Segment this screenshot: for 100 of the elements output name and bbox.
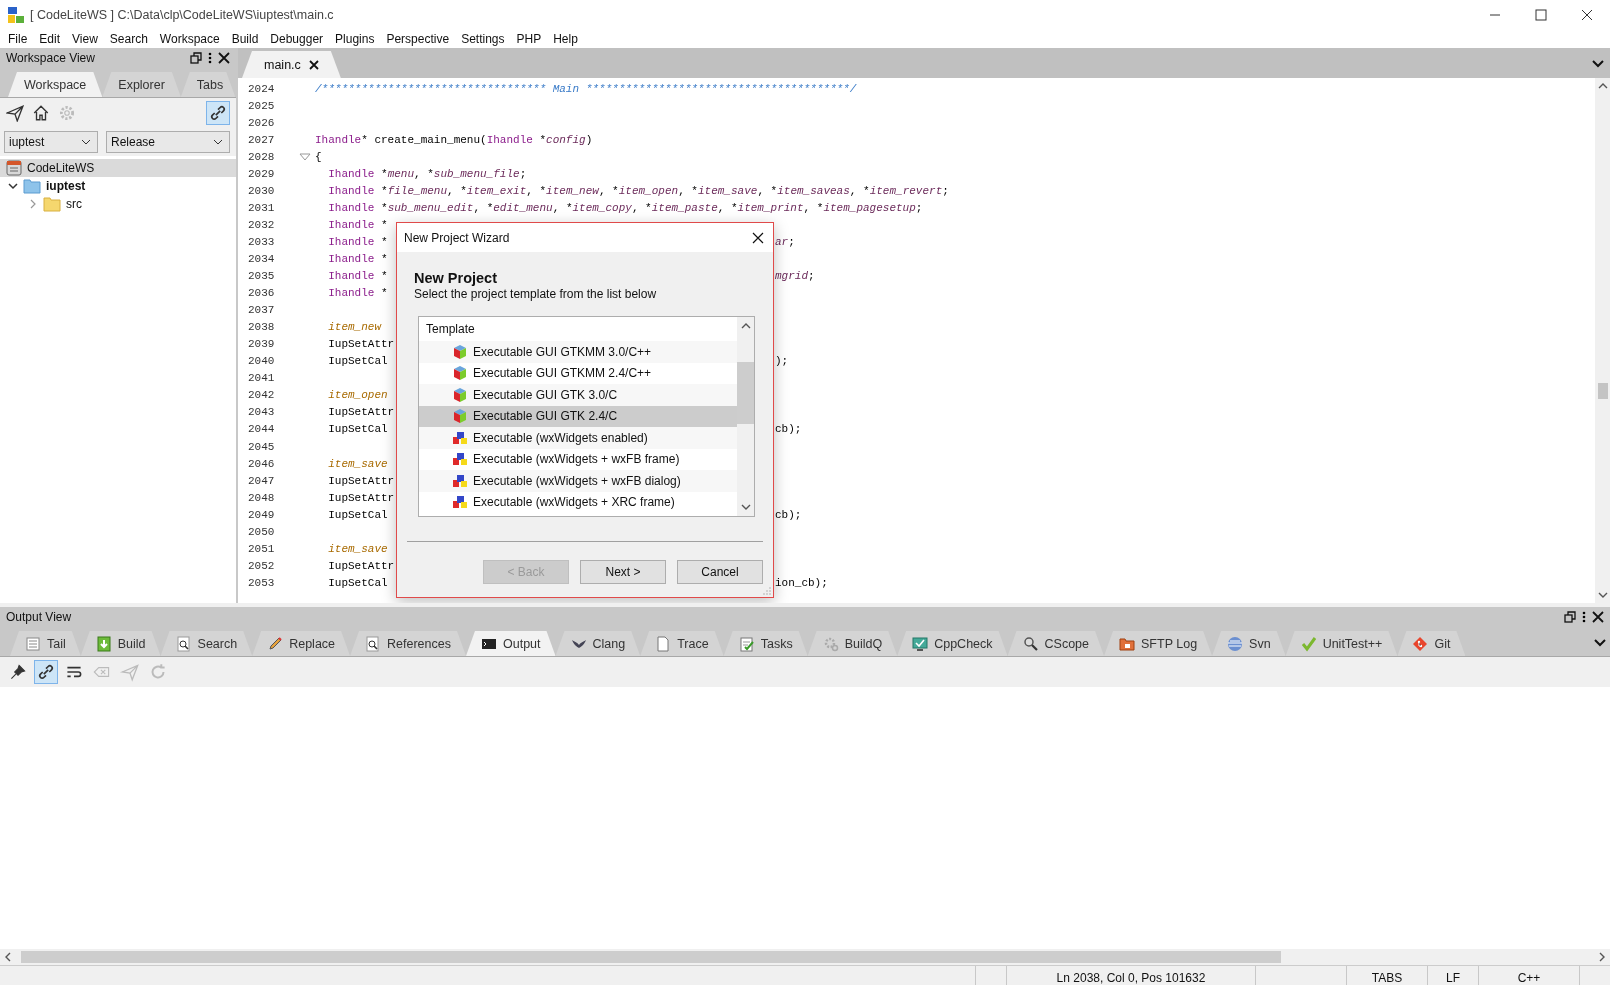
output-tab[interactable]: CScope — [1007, 631, 1105, 656]
template-item[interactable]: Executable GUI GTKMM 3.0/C++ — [419, 341, 737, 363]
code-text: Ihandle *sub_menu_edit, *edit_menu, *item_copy, *item_paste, *item_print, *item_pagesetup; — [327, 201, 923, 214]
dialog-title: New Project Wizard — [404, 230, 510, 245]
line-number: 2035 — [247, 270, 276, 283]
panel-tab[interactable]: Workspace — [8, 72, 103, 97]
line-number: 2047 — [247, 474, 276, 487]
code-text: Ihandle *file_menu, *item_exit, *item_new, *item_open, *item_save, *item_saveas, *item_revert; — [327, 184, 949, 197]
menu-item[interactable]: Perspective — [380, 32, 456, 46]
line-number: 2036 — [247, 287, 276, 300]
line-number: 2044 — [247, 423, 276, 436]
template-item[interactable]: Executable (wxWidgets + XRC frame) — [419, 491, 737, 513]
line-ending: LF — [1427, 966, 1478, 985]
code-text: Ihandle * — [327, 218, 388, 231]
line-number: 2028 — [247, 150, 276, 163]
menu-item[interactable]: Debugger — [264, 32, 330, 46]
line-number: 2039 — [247, 338, 276, 351]
line-number: 2030 — [247, 184, 276, 197]
menu-item[interactable]: Plugins — [329, 32, 381, 46]
panel-tab[interactable]: Tabs — [180, 72, 236, 97]
output-tab[interactable]: UnitTest++ — [1285, 631, 1398, 656]
line-number: 2046 — [247, 457, 276, 470]
template-item[interactable]: Executable GUI GTKMM 2.4/C++ — [419, 362, 737, 384]
output-tab[interactable]: Build — [80, 631, 161, 656]
template-item[interactable]: Executable (wxWidgets + wxFB dialog) — [419, 470, 737, 492]
code-text: IupSetAttr — [327, 406, 395, 419]
menu-item[interactable]: Settings — [455, 32, 511, 46]
output-tab[interactable]: Output — [466, 631, 556, 656]
dialog-heading: New Project — [414, 270, 498, 286]
output-tab[interactable]: Git — [1397, 631, 1466, 656]
output-tab[interactable]: Search — [160, 631, 253, 656]
menu-item[interactable]: Edit — [33, 32, 67, 46]
code-text: IupSetAttr — [327, 474, 395, 487]
code-text: Ihandle* create_main_menu(Ihandle *config) — [315, 133, 593, 146]
menu-item[interactable]: View — [66, 32, 104, 46]
output-tab[interactable]: BuildQ — [807, 631, 898, 656]
output-tab[interactable]: CppCheck — [897, 631, 1008, 656]
line-number: 2052 — [247, 559, 276, 572]
line-number: 2027 — [247, 133, 276, 146]
code-text: Ihandle * — [327, 253, 388, 265]
line-number: 2051 — [247, 542, 276, 555]
tree-item[interactable]: src — [0, 195, 236, 213]
line-number: 2033 — [247, 235, 276, 248]
template-item[interactable]: Executable GUI GTK 2.4/C — [419, 405, 737, 427]
menu-item[interactable]: PHP — [510, 32, 548, 46]
line-number: 2038 — [247, 321, 276, 334]
code-text: IupSetAttr — [327, 559, 395, 572]
line-number: 2034 — [247, 253, 276, 265]
configuration-dropdown[interactable]: Release — [106, 131, 230, 153]
file-tab[interactable]: main.c — [242, 51, 341, 78]
template-item[interactable]: Executable (wxWidgets enabled) — [419, 427, 737, 449]
line-number: 2048 — [247, 491, 276, 504]
code-text: Ihandle * — [327, 287, 388, 300]
menu-item[interactable]: Help — [547, 32, 584, 46]
menu-item[interactable]: Search — [103, 32, 154, 46]
dialog-button[interactable]: Cancel — [677, 560, 763, 584]
line-number: 2049 — [247, 508, 276, 521]
line-number: 2031 — [247, 201, 276, 214]
output-tab[interactable]: Trace — [640, 631, 724, 656]
window-title: [ CodeLiteWS ] C:\Data\clp\CodeLiteWS\iuptest\main.c — [30, 8, 334, 22]
line-number: 2025 — [247, 99, 276, 112]
line-number: 2040 — [247, 355, 276, 368]
code-text: IupSetCal — [327, 355, 388, 368]
line-number: 2042 — [247, 389, 276, 402]
code-text: ); — [775, 355, 789, 368]
code-text: IupSetCal — [327, 576, 388, 589]
code-text: IupSetCal — [327, 508, 388, 521]
menu-item[interactable]: Build — [225, 32, 265, 46]
template-item[interactable]: Executable GUI GTK 3.0/C — [419, 384, 737, 406]
line-number: 2032 — [247, 218, 276, 231]
line-number: 2050 — [247, 525, 276, 538]
code-text: IupSetAttr — [327, 338, 395, 351]
menu-item[interactable]: Workspace — [153, 32, 226, 46]
output-tab[interactable]: References — [350, 631, 466, 656]
language-mode: C++ — [1478, 966, 1579, 985]
output-tab[interactable]: Tail — [10, 631, 81, 656]
code-text: Ihandle * — [327, 235, 388, 248]
code-text: IupSetAttr — [327, 491, 395, 504]
output-tab[interactable]: Svn — [1212, 631, 1286, 656]
panel-tab[interactable]: Explorer — [102, 72, 181, 97]
panel-title: Output View — [6, 610, 72, 624]
code-text: ar; — [775, 235, 795, 248]
code-text: Ihandle *menu, *sub_menu_file; — [327, 167, 527, 180]
tree-item[interactable]: CodeLiteWS — [0, 159, 236, 177]
menu-item[interactable]: File — [2, 32, 34, 46]
project-dropdown[interactable]: iuptest — [4, 131, 98, 153]
column-header: Template — [425, 321, 476, 338]
code-text: cb); — [775, 423, 802, 436]
tree-item[interactable]: iuptest — [0, 177, 236, 195]
line-number: 2043 — [247, 406, 276, 419]
output-tab[interactable]: Replace — [252, 631, 351, 656]
line-number: 2037 — [247, 304, 276, 317]
dialog-button[interactable]: Next > — [580, 560, 666, 584]
template-item[interactable]: Executable (wxWidgets + wxFB frame) — [419, 448, 737, 470]
output-tab[interactable]: Clang — [555, 631, 641, 656]
line-number: 2026 — [247, 116, 276, 129]
line-number: 2045 — [247, 440, 276, 453]
line-number: 2029 — [247, 167, 276, 180]
output-tab[interactable]: Tasks — [723, 631, 808, 656]
output-tab[interactable]: SFTP Log — [1104, 631, 1213, 656]
